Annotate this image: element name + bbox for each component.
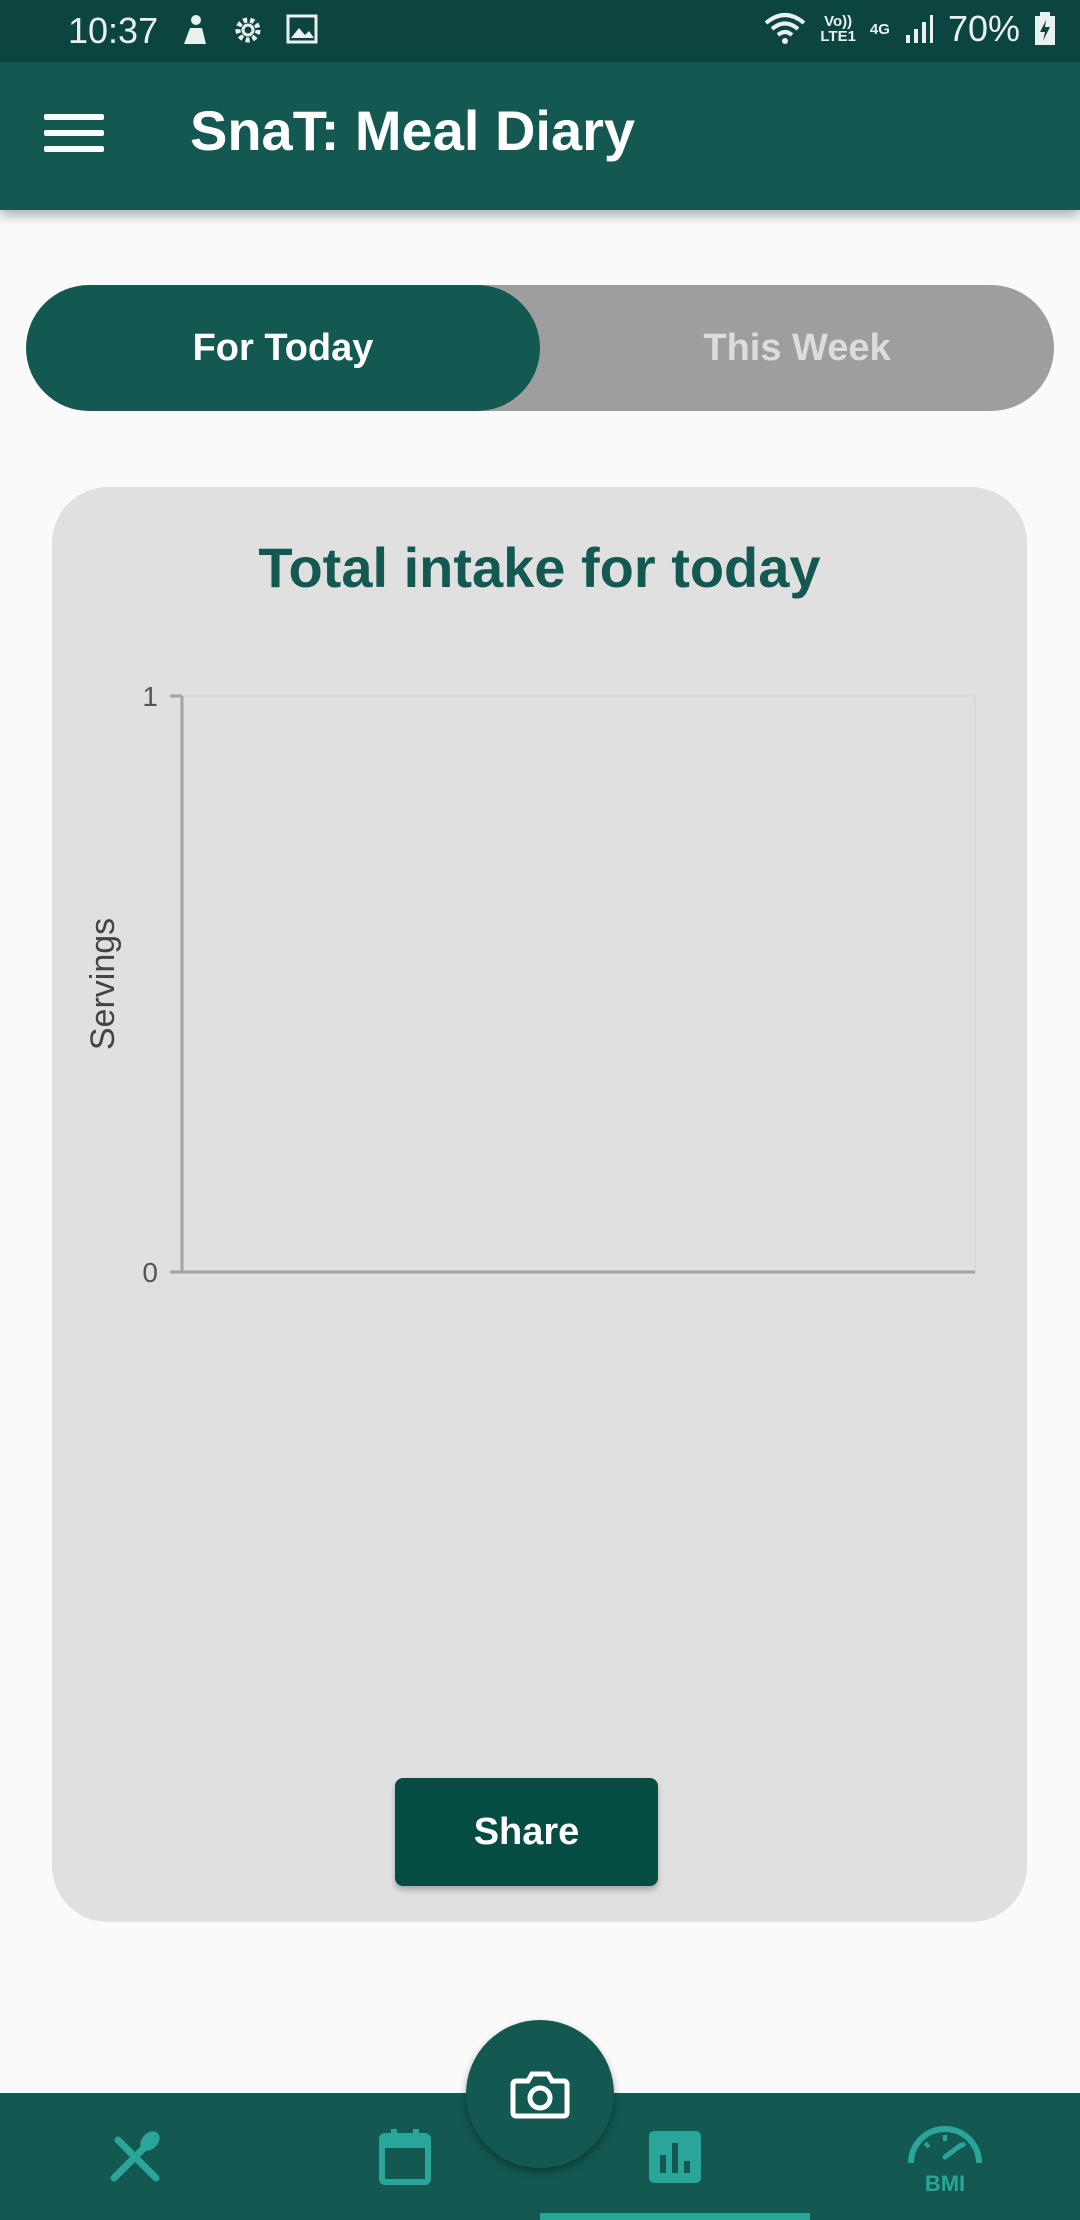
tab-this-week[interactable]: This Week <box>540 285 1054 411</box>
status-notification-icons <box>180 14 318 46</box>
intake-chart-card: Total intake for today 1 0 Servings <box>52 487 1027 1922</box>
bmi-gauge-icon: BMI <box>908 2125 982 2196</box>
signal-icon <box>905 15 933 43</box>
network-type: 4G <box>869 20 890 38</box>
tab-for-today[interactable]: For Today <box>26 285 540 411</box>
bmi-text: BMI <box>925 2171 965 2196</box>
fork-knife-icon <box>110 2130 160 2181</box>
status-right: Vo)) LTE1 4G 70% <box>764 8 1056 50</box>
camera-icon <box>510 2071 570 2119</box>
battery-percent: 70% <box>947 8 1020 49</box>
bar-chart-icon <box>649 2130 701 2183</box>
calendar-icon <box>379 2128 431 2185</box>
y-tick-label: 0 <box>142 1257 158 1288</box>
y-tick-label: 1 <box>142 681 158 712</box>
camera-fab-button[interactable] <box>466 2020 614 2168</box>
nav-item-bmi[interactable]: BMI <box>810 2093 1080 2220</box>
intake-chart: 1 0 Servings <box>84 681 976 1288</box>
volte-indicator: Vo)) LTE1 <box>820 13 856 45</box>
image-icon <box>286 14 318 44</box>
status-time: 10:37 <box>68 10 159 51</box>
notification-figure-icon <box>184 15 206 44</box>
plot-area <box>181 695 976 1273</box>
settings-gear-icon <box>235 17 261 43</box>
wifi-icon <box>765 13 806 44</box>
active-tab-indicator <box>540 2213 810 2220</box>
period-toggle: This Week For Today <box>26 285 1054 411</box>
y-axis-label: Servings <box>84 918 122 1050</box>
status-bar: 10:37 Vo)) LTE1 4G 70% <box>0 0 1080 62</box>
battery-charging-icon <box>1035 12 1055 45</box>
nav-item-meals[interactable] <box>0 2093 270 2220</box>
app-title: SnaT: Meal Diary <box>190 99 636 162</box>
share-button[interactable]: Share <box>395 1778 658 1886</box>
hamburger-menu-icon[interactable] <box>44 114 104 160</box>
app-bar: SnaT: Meal Diary <box>0 62 1080 210</box>
